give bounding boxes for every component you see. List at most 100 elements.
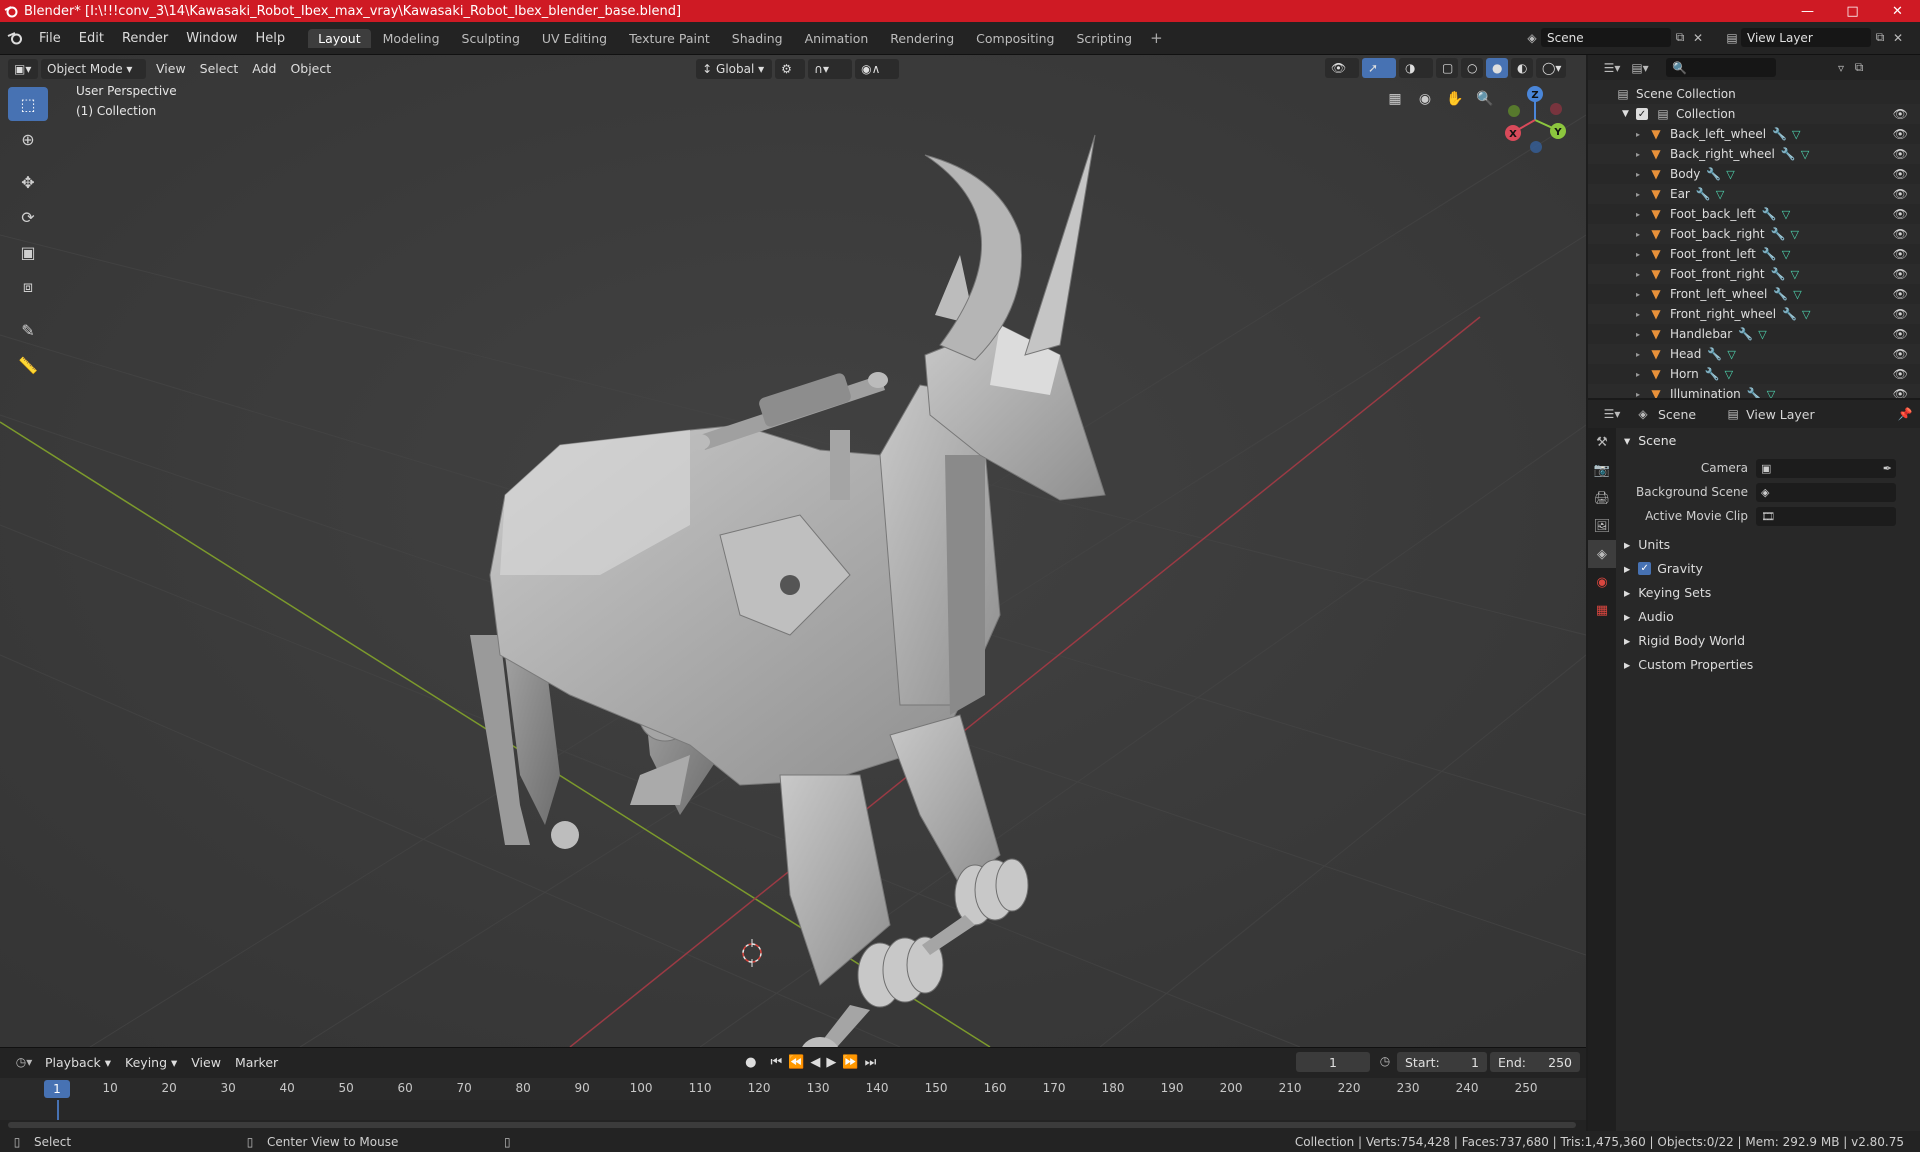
gravity-panel[interactable]: ▸ ✓ Gravity (1618, 556, 1920, 580)
outliner-scene-collection[interactable]: ▤ Scene Collection (1588, 84, 1920, 104)
outliner-object-foot-front-left[interactable]: ▸ ▼ Foot_front_left 🔧 ▽ 👁 (1588, 244, 1920, 264)
modifier-wrench-icon[interactable]: 🔧 (1781, 147, 1796, 161)
modifier-wrench-icon[interactable]: 🔧 (1696, 187, 1711, 201)
menu-file[interactable]: File (30, 22, 70, 55)
visibility-eye-icon[interactable]: 👁 (1893, 247, 1908, 261)
move-tool-icon[interactable]: ✥ (8, 165, 48, 199)
pivot-icon[interactable]: ⚙ (775, 58, 806, 79)
outliner-object-ear[interactable]: ▸ ▼ Ear 🔧 ▽ 👁 (1588, 184, 1920, 204)
delete-view-layer-icon[interactable]: ✕ (1889, 31, 1907, 45)
gravity-checkbox[interactable]: ✓ (1638, 561, 1652, 575)
expand-arrow-icon[interactable]: ▸ (1636, 170, 1648, 179)
menu-help[interactable]: Help (247, 22, 295, 55)
play-icon[interactable]: ▶ (826, 1055, 836, 1070)
tab-layout[interactable]: Layout (308, 28, 371, 48)
visibility-icon[interactable]: 👁 (1325, 58, 1359, 78)
visibility-eye-icon[interactable]: 👁 (1893, 167, 1908, 181)
current-frame-field[interactable]: 1 (1296, 1052, 1370, 1072)
outliner-collection[interactable]: ▼ ✓ ▤ Collection 👁 (1588, 104, 1920, 124)
mesh-data-icon[interactable]: ▽ (1758, 328, 1766, 341)
visibility-eye-icon[interactable]: 👁 (1893, 107, 1908, 121)
blender-menu-icon[interactable] (0, 31, 30, 45)
tab-modeling[interactable]: Modeling (373, 29, 450, 48)
expand-arrow-icon[interactable]: ▸ (1636, 250, 1648, 259)
new-collection-icon[interactable]: ⧉ (1850, 60, 1868, 75)
minimize-button[interactable]: — (1785, 0, 1830, 22)
rigid-body-world-panel[interactable]: ▸ Rigid Body World (1618, 628, 1920, 652)
tab-scripting[interactable]: Scripting (1067, 29, 1143, 48)
overlay-toggle-icon[interactable]: ◑ (1399, 58, 1433, 78)
play-reverse-icon[interactable]: ◀ (810, 1055, 820, 1070)
pan-hand-icon[interactable]: ✋ (1440, 87, 1470, 111)
timeline-menu-playback[interactable]: Playback ▾ (38, 1055, 118, 1070)
modifier-wrench-icon[interactable]: 🔧 (1705, 367, 1720, 381)
close-button[interactable]: ✕ (1875, 0, 1920, 22)
mesh-data-icon[interactable]: ▽ (1782, 248, 1790, 261)
editor-type-icon[interactable]: ▣▾ (8, 58, 38, 79)
modifier-wrench-icon[interactable]: 🔧 (1773, 287, 1788, 301)
outliner-object-front-right-wheel[interactable]: ▸ ▼ Front_right_wheel 🔧 ▽ 👁 (1588, 304, 1920, 324)
display-mode-icon[interactable]: ▤▾ (1626, 61, 1654, 75)
jump-start-icon[interactable]: ⏮ (771, 1055, 783, 1070)
visibility-eye-icon[interactable]: 👁 (1893, 187, 1908, 201)
object-mode-dropdown[interactable]: Object Mode ▾ (41, 58, 146, 79)
mesh-data-icon[interactable]: ▽ (1793, 288, 1801, 301)
expand-arrow-icon[interactable]: ▸ (1636, 210, 1648, 219)
camera-view-icon[interactable]: ◉ (1410, 87, 1440, 111)
scene-icon[interactable]: ◈ (1523, 31, 1541, 45)
scene-name-field[interactable]: Scene (1541, 28, 1671, 47)
expand-arrow-icon[interactable]: ▸ (1636, 350, 1648, 359)
rotate-tool-icon[interactable]: ⟳ (8, 200, 48, 234)
rendered-shading-icon[interactable]: ◯▾ (1536, 58, 1566, 78)
view-layer-field[interactable]: View Layer (1741, 28, 1871, 47)
viewport-menu-select[interactable]: Select (193, 61, 246, 76)
scene-props-tab-icon[interactable]: ◈ (1588, 540, 1616, 568)
mesh-data-icon[interactable]: ▽ (1802, 308, 1810, 321)
audio-panel[interactable]: ▸ Audio (1618, 604, 1920, 628)
expand-arrow-icon[interactable]: ▸ (1636, 230, 1648, 239)
scale-tool-icon[interactable]: ▣ (8, 235, 48, 269)
outliner-object-handlebar[interactable]: ▸ ▼ Handlebar 🔧 ▽ 👁 (1588, 324, 1920, 344)
record-icon[interactable]: ● (745, 1055, 756, 1070)
modifier-wrench-icon[interactable]: 🔧 (1707, 347, 1722, 361)
tab-shading[interactable]: Shading (722, 29, 793, 48)
properties-view-layer-label[interactable]: View Layer (1746, 407, 1815, 422)
timeline-menu-marker[interactable]: Marker (228, 1055, 285, 1070)
mesh-data-icon[interactable]: ▽ (1716, 188, 1724, 201)
viewport-menu-add[interactable]: Add (245, 61, 283, 76)
visibility-eye-icon[interactable]: 👁 (1893, 367, 1908, 381)
modifier-wrench-icon[interactable]: 🔧 (1772, 127, 1787, 141)
mesh-data-icon[interactable]: ▽ (1791, 268, 1799, 281)
mesh-data-icon[interactable]: ▽ (1791, 228, 1799, 241)
menu-window[interactable]: Window (177, 22, 246, 55)
new-view-layer-icon[interactable]: ⧉ (1871, 30, 1889, 45)
grid-view-icon[interactable]: ▦ (1380, 87, 1410, 111)
playhead[interactable] (57, 1100, 59, 1120)
add-workspace-button[interactable]: + (1144, 29, 1169, 47)
visibility-eye-icon[interactable]: 👁 (1893, 307, 1908, 321)
visibility-eye-icon[interactable]: 👁 (1893, 127, 1908, 141)
world-tab-icon[interactable]: ◉ (1588, 568, 1616, 596)
cursor-tool-icon[interactable]: ⊕ (8, 122, 48, 156)
transform-tool-icon[interactable]: ⧈ (8, 270, 48, 304)
modifier-wrench-icon[interactable]: 🔧 (1706, 167, 1721, 181)
expand-arrow-icon[interactable]: ▸ (1636, 310, 1648, 319)
measure-tool-icon[interactable]: 📏 (8, 348, 48, 382)
viewport-menu-view[interactable]: View (149, 61, 193, 76)
outliner-search-input[interactable]: 🔍 (1666, 58, 1776, 77)
timeline-scrollbar[interactable] (8, 1122, 1576, 1128)
visibility-eye-icon[interactable]: 👁 (1893, 207, 1908, 221)
timeline-editor-type-icon[interactable]: ◷▾ (10, 1055, 38, 1069)
tab-compositing[interactable]: Compositing (966, 29, 1064, 48)
visibility-eye-icon[interactable]: 👁 (1893, 287, 1908, 301)
snap-icon[interactable]: ∩▾ (808, 58, 853, 79)
camera-field[interactable]: ▣ ✒ (1756, 458, 1896, 478)
tab-sculpting[interactable]: Sculpting (452, 29, 530, 48)
expand-arrow-icon[interactable]: ▸ (1636, 130, 1648, 139)
visibility-eye-icon[interactable]: 👁 (1893, 147, 1908, 161)
visibility-eye-icon[interactable]: 👁 (1893, 347, 1908, 361)
eyedropper-icon[interactable]: ✒ (1883, 462, 1892, 475)
properties-editor-type-icon[interactable]: ☰▾ (1598, 407, 1626, 421)
expand-arrow-icon[interactable]: ▸ (1636, 330, 1648, 339)
outliner-object-body[interactable]: ▸ ▼ Body 🔧 ▽ 👁 (1588, 164, 1920, 184)
